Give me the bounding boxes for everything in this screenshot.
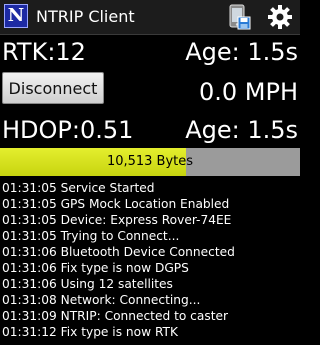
action-bar: N NTRIP Client — [0, 0, 300, 35]
rtk-satellite-count: RTK:12 — [2, 38, 86, 66]
log-line: 01:31:09 NTRIP: Connected to caster — [2, 309, 228, 323]
log-line: 01:31:08 Network: Connecting... — [2, 293, 201, 307]
log-line: 01:31:05 Trying to Connect... — [2, 229, 180, 243]
correction-age-bottom: Age: 1.5s — [185, 116, 298, 144]
log-line: 01:31:12 Fix type is now RTK — [2, 325, 178, 339]
event-log: 01:31:05 Service Started 01:31:05 GPS Moc… — [2, 180, 298, 340]
log-line: 01:31:05 GPS Mock Location Enabled — [2, 197, 230, 211]
log-line: 01:31:06 Bluetooth Device Connected — [2, 245, 235, 259]
disconnect-button[interactable]: Disconnect — [2, 72, 104, 104]
app-title: NTRIP Client — [36, 7, 135, 26]
log-line: 01:31:06 Using 12 satellites — [2, 277, 173, 291]
bytes-progress-bar: 10,513 Bytes — [0, 148, 300, 176]
save-to-phone-icon[interactable] — [226, 3, 252, 31]
correction-age-top: Age: 1.5s — [185, 38, 298, 66]
log-line: 01:31:05 Device: Express Rover-74EE — [2, 213, 232, 227]
speed-readout: 0.0 MPH — [198, 78, 298, 106]
bytes-label: 10,513 Bytes — [106, 154, 194, 169]
log-line: 01:31:06 Fix type is now DGPS — [2, 261, 189, 275]
hdop-readout: HDOP:0.51 — [2, 116, 134, 144]
log-line: 01:31:05 Service Started — [2, 181, 155, 195]
app-logo-icon: N — [4, 4, 28, 28]
gear-icon[interactable] — [266, 3, 294, 31]
